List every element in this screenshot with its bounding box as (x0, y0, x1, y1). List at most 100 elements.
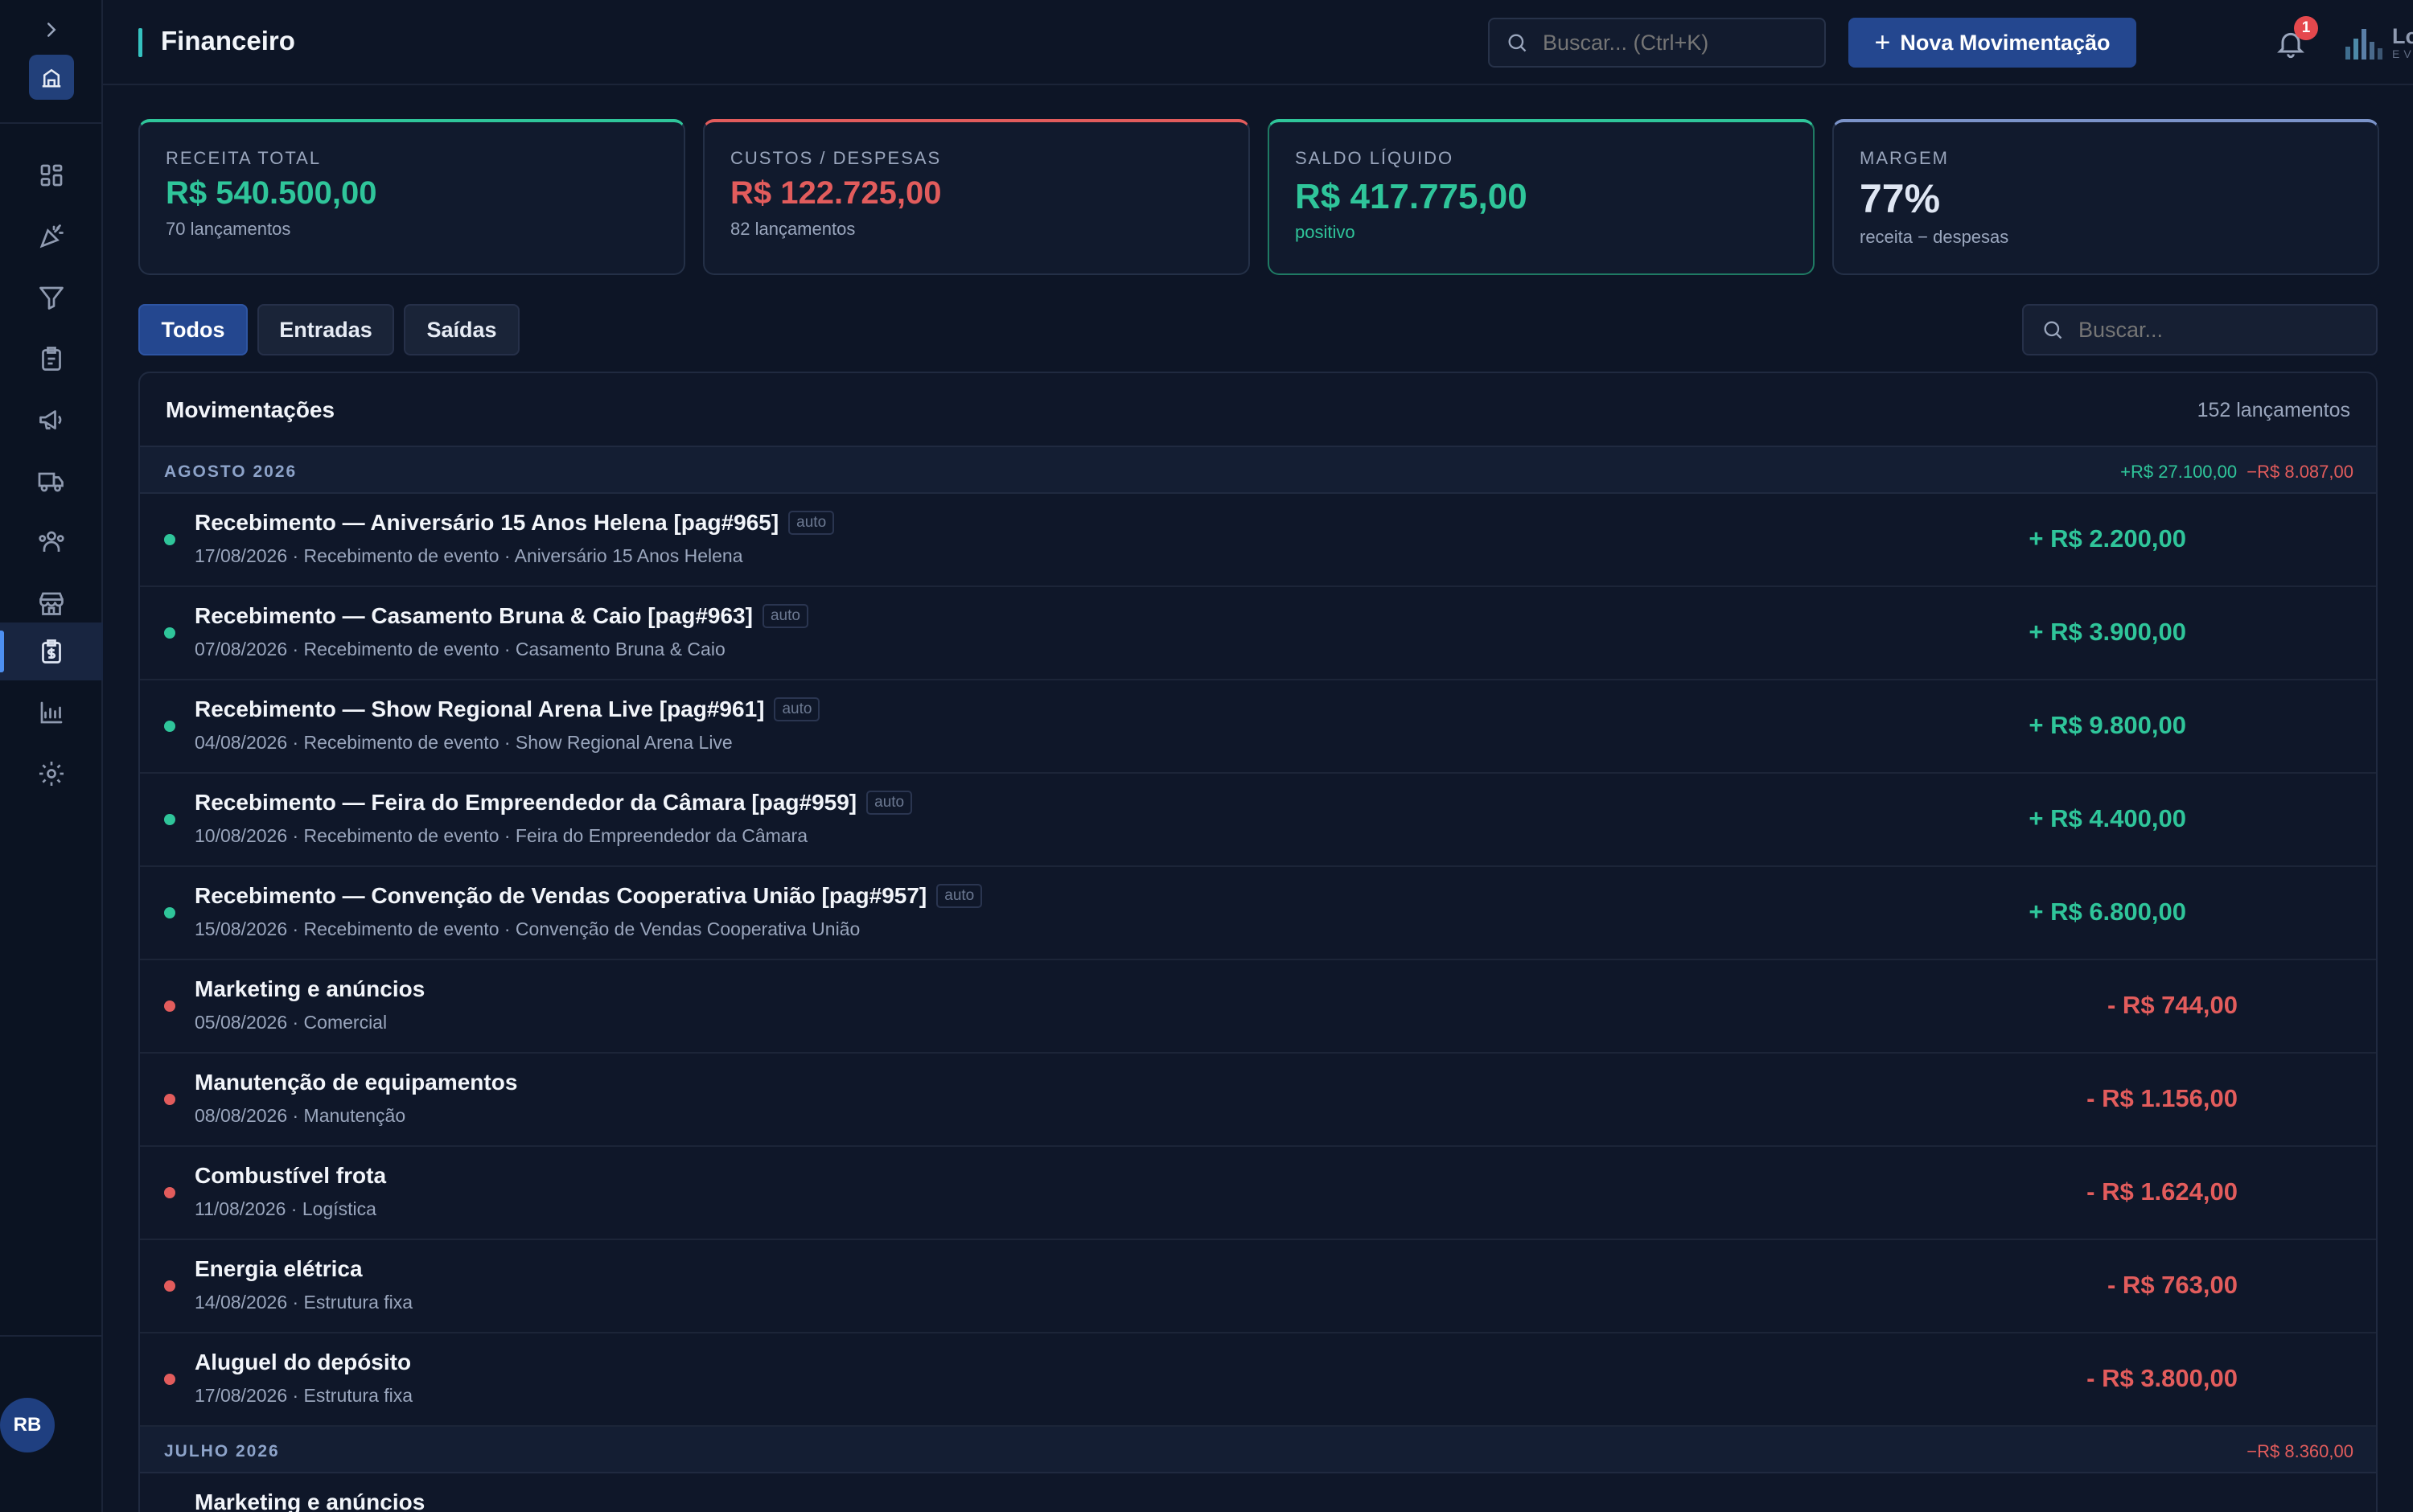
sidebar-item-checklist[interactable] (0, 330, 103, 388)
movements-search-input[interactable] (2078, 317, 2368, 343)
movement-title: Recebimento — Aniversário 15 Anos Helena… (195, 510, 835, 536)
movement-title: Marketing e anúncios (195, 976, 425, 1001)
movement-row[interactable]: Recebimento — Show Regional Arena Live [… (140, 680, 2376, 774)
movement-row[interactable]: Aluguel do depósito 17/08/2026 · Estrutu… (140, 1333, 2376, 1427)
sidebar-item-settings[interactable] (0, 745, 103, 803)
top-bar: Financeiro + Nova Movimentação 1 Locca E… (103, 0, 2413, 85)
income-dot (164, 534, 175, 545)
global-search-input[interactable] (1543, 30, 1816, 55)
revenue-value: R$ 540.500,00 (166, 175, 377, 211)
income-dot (164, 627, 175, 639)
new-movement-label: Nova Movimentação (1900, 30, 2111, 55)
movement-row[interactable]: Marketing e anúncios 05/08/2026 · Comerc… (140, 960, 2376, 1054)
movement-meta: 14/08/2026 · Estrutura fixa (195, 1292, 413, 1313)
movement-meta: 10/08/2026 · Recebimento de evento · Fei… (195, 825, 808, 846)
sidebar-expand-button[interactable] (39, 18, 64, 43)
chart-icon (40, 701, 63, 724)
movement-row[interactable]: Recebimento — Aniversário 15 Anos Helena… (140, 494, 2376, 587)
movement-title: Recebimento — Casamento Bruna & Caio [pa… (195, 603, 808, 629)
balance-label: SALDO LÍQUIDO (1295, 148, 1454, 168)
movement-title: Recebimento — Feira do Empreendedor da C… (195, 790, 913, 816)
movement-row[interactable]: Recebimento — Feira do Empreendedor da C… (140, 774, 2376, 867)
margin-sub: receita − despesas (1860, 227, 2009, 247)
auto-tag: auto (788, 511, 835, 535)
expense-dot (164, 1094, 175, 1105)
brand-logo: Locca EVENTOS (2344, 23, 2413, 63)
income-dot (164, 814, 175, 825)
expense-dot (164, 1280, 175, 1292)
auto-tag: auto (866, 791, 913, 815)
month-total-out: −R$ 8.360,00 (2247, 1441, 2353, 1461)
megaphone-icon (39, 410, 62, 429)
avatar[interactable]: RB (0, 1398, 55, 1452)
movement-amount: - R$ 763,00 (2107, 1271, 2238, 1299)
party-icon (39, 224, 64, 249)
month-group-header: AGOSTO 2026 +R$ 27.100,00 −R$ 8.087,00 (140, 447, 2376, 494)
month-group-header: JULHO 2026 −R$ 8.360,00 (140, 1427, 2376, 1473)
sidebar-item-marketing[interactable] (0, 391, 103, 449)
costs-value: R$ 122.725,00 (730, 175, 942, 211)
movement-amount: + R$ 2.200,00 (2029, 524, 2186, 553)
movement-amount: + R$ 3.900,00 (2029, 618, 2186, 646)
movement-meta: 07/08/2026 · Recebimento de evento · Cas… (195, 639, 726, 659)
sidebar-item-events[interactable] (0, 207, 103, 265)
income-dot (164, 907, 175, 918)
movement-title: Combustível frota (195, 1163, 387, 1188)
movement-title-text: Recebimento — Feira do Empreendedor da C… (195, 790, 857, 815)
movement-row[interactable]: Recebimento — Convenção de Vendas Cooper… (140, 867, 2376, 960)
chevron-right-icon (47, 23, 56, 37)
filter-out-tab[interactable]: Saídas (404, 304, 520, 355)
costs-label: CUSTOS / DESPESAS (730, 148, 942, 168)
movement-meta: 11/08/2026 · Logística (195, 1198, 376, 1219)
new-movement-button[interactable]: + Nova Movimentação (1848, 18, 2136, 68)
month-totals: +R$ 27.100,00 −R$ 8.087,00 (2115, 462, 2353, 483)
margin-value: 77% (1860, 176, 1941, 221)
balance-card: SALDO LÍQUIDO R$ 417.775,00 positivo (1268, 119, 1815, 275)
expense-dot (164, 1000, 175, 1012)
movement-title: Recebimento — Convenção de Vendas Cooper… (195, 883, 983, 909)
movements-search[interactable] (2022, 304, 2378, 355)
search-icon (2044, 321, 2062, 339)
movements-count: 152 lançamentos (2197, 399, 2350, 421)
finance-icon (42, 639, 61, 664)
global-search[interactable] (1488, 18, 1826, 68)
movement-meta: 08/08/2026 · Manutenção (195, 1105, 406, 1126)
sidebar-item-team[interactable] (0, 513, 103, 571)
filter-in-tab[interactable]: Entradas (257, 304, 394, 355)
balance-value: R$ 417.775,00 (1295, 177, 1527, 216)
month-total-in: +R$ 27.100,00 (2120, 462, 2238, 482)
movement-row[interactable]: Marketing e anúncios (140, 1473, 2376, 1512)
month-label: AGOSTO 2026 (164, 462, 298, 481)
filter-all-tab[interactable]: Todos (138, 304, 248, 355)
movement-title: Aluguel do depósito (195, 1350, 412, 1374)
auto-tag: auto (762, 604, 808, 628)
movement-meta: 17/08/2026 · Estrutura fixa (195, 1385, 413, 1406)
brand-name: Locca (2392, 24, 2413, 48)
income-dot (164, 721, 175, 732)
month-totals: −R$ 8.360,00 (2242, 1441, 2353, 1462)
sidebar-item-logistics[interactable] (0, 452, 103, 510)
sidebar-item-financeiro[interactable] (0, 622, 103, 680)
movement-title-text: Recebimento — Convenção de Vendas Cooper… (195, 883, 927, 908)
sidebar-item-reports[interactable] (0, 684, 103, 742)
movement-row[interactable]: Recebimento — Casamento Bruna & Caio [pa… (140, 587, 2376, 680)
movement-row[interactable]: Combustível frota 11/08/2026 · Logística… (140, 1147, 2376, 1240)
sidebar-item-dashboard[interactable] (0, 146, 103, 204)
movement-amount: + R$ 6.800,00 (2029, 898, 2186, 926)
movement-row[interactable]: Manutenção de equipamentos 08/08/2026 · … (140, 1054, 2376, 1147)
movements-title: Movimentações (166, 397, 335, 422)
gear-icon (39, 762, 64, 786)
sidebar-divider (0, 122, 103, 124)
movements-panel: Movimentações 152 lançamentos AGOSTO 202… (138, 372, 2378, 1512)
expense-dot (164, 1187, 175, 1198)
notification-badge: 1 (2294, 16, 2318, 40)
app-logo[interactable] (29, 55, 74, 100)
sidebar-item-pipeline[interactable] (0, 269, 103, 327)
movement-row[interactable]: Energia elétrica 14/08/2026 · Estrutura … (140, 1240, 2376, 1333)
store-icon (39, 592, 64, 615)
movement-meta: 17/08/2026 · Recebimento de evento · Ani… (195, 545, 743, 566)
clipboard-icon (42, 347, 61, 371)
costs-card: CUSTOS / DESPESAS R$ 122.725,00 82 lança… (703, 119, 1250, 275)
sidebar: RB (0, 0, 103, 1512)
plus-icon: + (1874, 27, 1891, 58)
